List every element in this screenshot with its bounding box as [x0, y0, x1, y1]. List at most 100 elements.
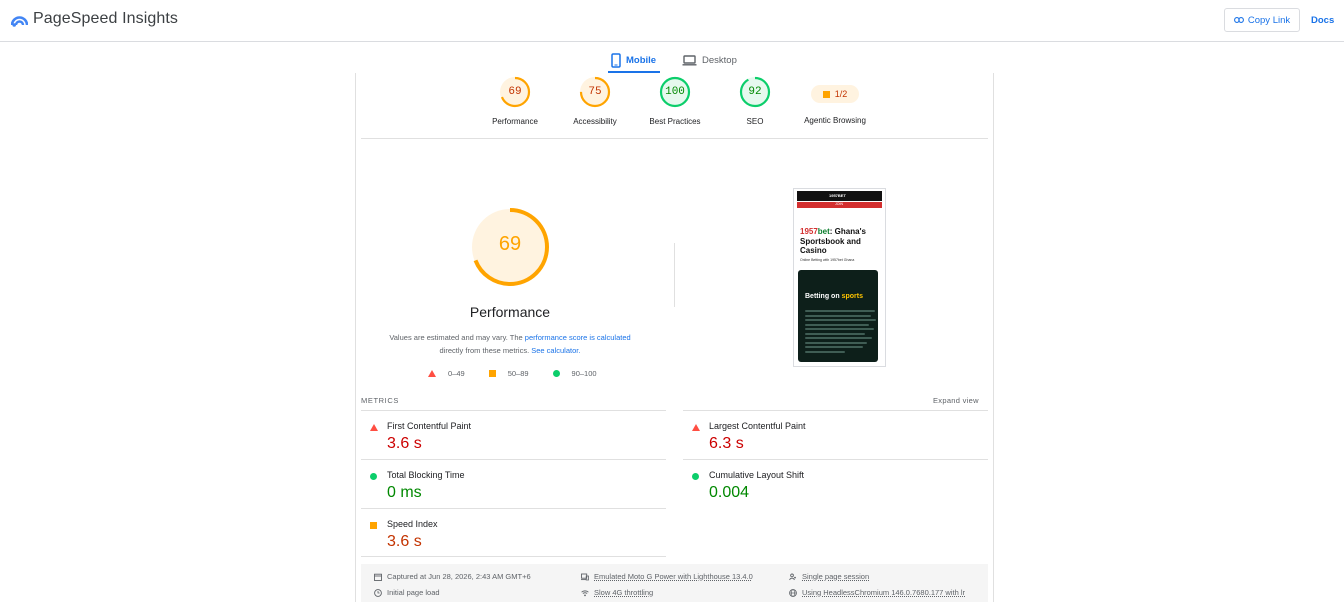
gauge-performance[interactable]: 69 Performance — [475, 75, 555, 126]
pass-circle-icon — [692, 473, 699, 480]
note-text: Values are estimated and may vary. The — [389, 333, 525, 342]
gauge-accessibility[interactable]: 75 Accessibility — [555, 75, 635, 126]
gauge-label: Best Practices — [649, 117, 701, 126]
score-legend: 0–49 50–89 90–100 — [428, 369, 597, 378]
gauge-seo[interactable]: 92 SEO — [715, 75, 795, 126]
card-title-prefix: Betting on — [805, 293, 842, 300]
metric-first-contentful-paint[interactable]: First Contentful Paint 3.6 s — [361, 410, 666, 459]
footer-throttling-text: Slow 4G throttling — [594, 588, 654, 597]
wifi-icon — [581, 589, 589, 596]
headline-green: bet — [817, 227, 830, 236]
metrics-heading: METRICS — [361, 396, 399, 405]
screenshot-card-title: Betting on sports — [805, 293, 863, 300]
metric-name: Largest Contentful Paint — [709, 421, 806, 431]
footer-captured: Captured at Jun 28, 2026, 2:43 AM GMT+6 — [374, 572, 531, 581]
legend-range: 0–49 — [448, 369, 465, 378]
gauge-label: Agentic Browsing — [804, 116, 866, 125]
metric-value: 3.6 s — [387, 533, 422, 550]
divider — [361, 138, 988, 139]
screenshot-banner-text: JOIN — [835, 202, 843, 206]
footer-session-text: Single page session — [802, 572, 870, 581]
pagespeed-logo-icon — [11, 16, 28, 27]
gauge-score: 75 — [588, 86, 602, 98]
footer-browser-text: Using HeadlessChromium 146.0.7680.177 wi… — [802, 588, 966, 597]
copy-link-label: Copy Link — [1247, 14, 1291, 26]
metric-cumulative-layout-shift[interactable]: Cumulative Layout Shift 0.004 — [683, 459, 988, 508]
see-calculator-link[interactable]: See calculator. — [531, 346, 580, 355]
metric-total-blocking-time[interactable]: Total Blocking Time 0 ms — [361, 459, 666, 508]
expand-view-link[interactable]: Expand view — [933, 396, 979, 405]
fail-triangle-icon — [370, 424, 378, 431]
gauge-label: Accessibility — [573, 117, 617, 126]
tab-mobile[interactable]: Mobile — [611, 49, 656, 71]
footer-throttling[interactable]: Slow 4G throttling — [581, 588, 653, 597]
laptop-icon — [682, 54, 697, 66]
performance-title: Performance — [469, 304, 551, 320]
fail-triangle-icon — [692, 424, 700, 431]
phone-icon — [611, 52, 621, 68]
footer-device[interactable]: Emulated Moto G Power with Lighthouse 13… — [581, 572, 753, 581]
tab-desktop[interactable]: Desktop — [682, 49, 737, 71]
metric-value: 3.6 s — [387, 435, 422, 452]
metric-largest-contentful-paint[interactable]: Largest Contentful Paint 6.3 s — [683, 410, 988, 459]
legend-fail: 0–49 — [428, 369, 465, 378]
metric-name: Speed Index — [387, 519, 438, 529]
calendar-icon — [374, 573, 382, 581]
footer-device-text: Emulated Moto G Power with Lighthouse 13… — [594, 572, 753, 581]
link-icon — [1233, 17, 1244, 23]
gauge-agentic-browsing[interactable]: 1/2 Agentic Browsing — [795, 75, 875, 125]
score-note: Values are estimated and may vary. The p… — [380, 331, 640, 357]
footer-session[interactable]: Single page session — [789, 572, 869, 581]
metric-value: 6.3 s — [709, 435, 744, 452]
docs-link[interactable]: Docs — [1311, 15, 1334, 26]
category-gauges: 69 Performance 75 Accessibility 100 Best… — [356, 73, 993, 139]
device-tabs: Mobile Desktop — [0, 43, 1344, 73]
footer-browser[interactable]: Using HeadlessChromium 146.0.7680.177 wi… — [789, 588, 965, 597]
vertical-separator — [674, 243, 675, 307]
gauge-best-practices[interactable]: 100 Best Practices — [635, 75, 715, 126]
score-calculated-link[interactable]: performance score is calculated — [525, 333, 631, 342]
gauge-score: 100 — [665, 86, 685, 98]
devices-icon — [581, 573, 589, 580]
metric-name: Total Blocking Time — [387, 470, 465, 480]
clock-icon — [374, 588, 382, 597]
tab-desktop-label: Desktop — [702, 54, 737, 66]
pass-circle-icon — [552, 370, 560, 377]
legend-pass: 90–100 — [552, 369, 597, 378]
headline-red: 1957 — [800, 227, 818, 236]
metric-name: First Contentful Paint — [387, 421, 472, 431]
gauge-score: 69 — [508, 86, 522, 98]
screenshot-logo: 1957BET — [829, 193, 846, 198]
agentic-score-pill: 1/2 — [811, 85, 859, 103]
metric-name: Cumulative Layout Shift — [709, 470, 805, 480]
gauge-label: Performance — [492, 117, 538, 126]
card-title-highlight: sports — [841, 293, 863, 300]
screenshot-navbar: 1957BET — [797, 191, 882, 201]
average-square-icon — [822, 90, 830, 98]
run-info-footer: Captured at Jun 28, 2026, 2:43 AM GMT+6 … — [361, 564, 988, 602]
footer-load: Initial page load — [374, 588, 440, 597]
metric-value: 0 ms — [387, 484, 422, 501]
tab-mobile-label: Mobile — [626, 54, 657, 66]
report-panel: 69 Performance 75 Accessibility 100 Best… — [355, 73, 994, 602]
average-square-icon — [488, 370, 496, 377]
metric-value: 0.004 — [709, 484, 750, 501]
people-icon — [789, 573, 796, 580]
average-square-icon — [370, 522, 377, 529]
legend-range: 90–100 — [571, 369, 597, 378]
pass-circle-icon — [370, 473, 377, 480]
legend-range: 50–89 — [507, 369, 529, 378]
divider — [361, 556, 666, 557]
note-text: directly from these metrics. — [439, 346, 532, 355]
performance-score: 69 — [498, 233, 522, 255]
app-title: PageSpeed Insights — [33, 10, 179, 27]
copy-link-button[interactable]: Copy Link — [1224, 8, 1300, 32]
top-bar: PageSpeed Insights Copy Link Docs — [0, 0, 1344, 42]
screenshot-headline: 1957bet: Ghana's Sportsbook and Casino — [800, 227, 880, 256]
gauge-score: 1/2 — [834, 89, 848, 99]
legend-average: 50–89 — [488, 369, 529, 378]
footer-load-text: Initial page load — [387, 588, 440, 597]
gauge-label: SEO — [746, 117, 764, 126]
metric-speed-index[interactable]: Speed Index 3.6 s — [361, 508, 666, 557]
footer-captured-text: Captured at Jun 28, 2026, 2:43 AM GMT+6 — [387, 572, 531, 581]
